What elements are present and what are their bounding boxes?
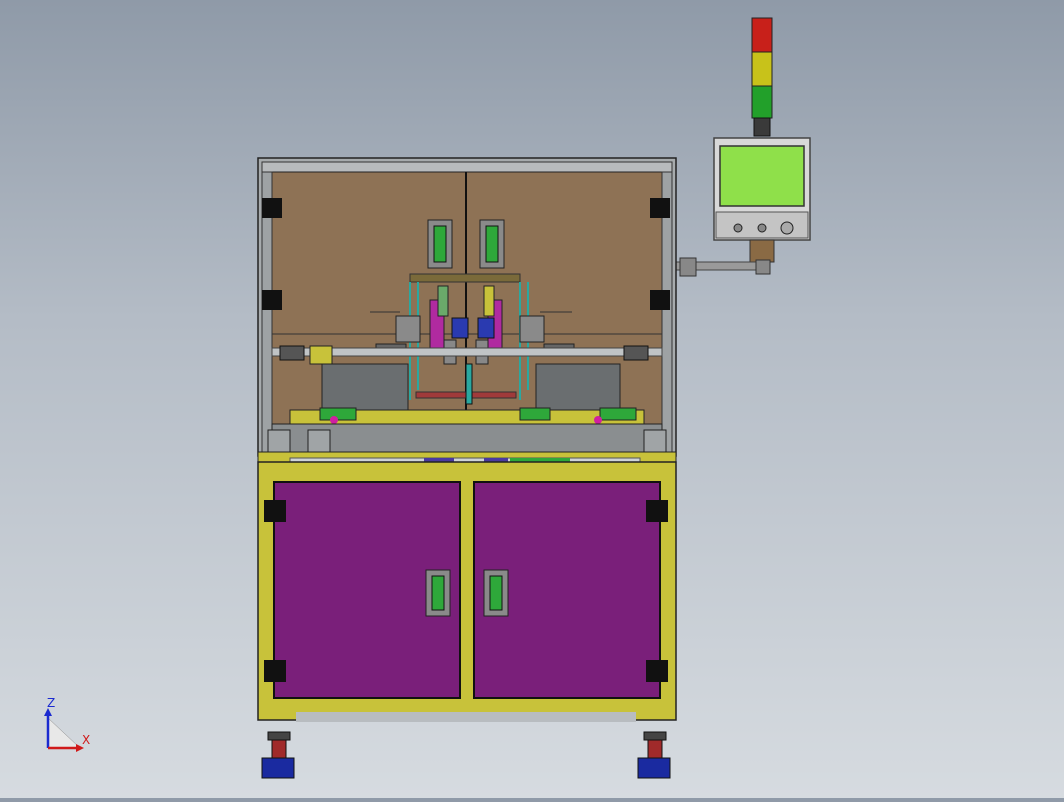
hinge-ml (262, 290, 282, 310)
hmi-panel (675, 137, 811, 277)
hinge-tl (262, 198, 282, 218)
door-hinge-tl (264, 500, 286, 522)
tower-base (753, 117, 771, 137)
upper-handle-left-grip (433, 225, 447, 263)
hmi-mount (749, 239, 775, 263)
signal-tower (751, 17, 773, 137)
hinge-mr (650, 290, 670, 310)
hmi-arm-end (755, 259, 771, 275)
sensor-box-left (309, 345, 333, 365)
upper-enclosure (257, 157, 677, 457)
hmi-knob (780, 221, 794, 235)
hmi-button-1 (733, 223, 743, 233)
base-cutout (296, 712, 636, 722)
door-hinge-tr (646, 500, 668, 522)
machine-drawing (257, 17, 811, 779)
drive-box-right (535, 363, 621, 413)
motor-right (623, 345, 649, 361)
tower-light-yellow (751, 51, 773, 87)
upper-handle-right-grip (485, 225, 499, 263)
z-axis-label: Z (47, 696, 56, 710)
hinge-tr (650, 198, 670, 218)
leveling-feet (261, 731, 671, 779)
door-hinge-bl (264, 660, 286, 682)
drive-box-left (321, 363, 409, 413)
x-axis-label: X (82, 733, 91, 747)
hmi-screen (719, 145, 805, 207)
door-hinge-br (646, 660, 668, 682)
lower-cabinet (257, 461, 677, 722)
motor-left (279, 345, 305, 361)
tower-light-red (751, 17, 773, 53)
hmi-button-2 (757, 223, 767, 233)
tower-light-green (751, 85, 773, 119)
frame-top-rail (261, 161, 673, 173)
xyz-axis-triad-icon: Z X (40, 696, 100, 756)
cad-viewport (0, 0, 1064, 798)
hmi-arm-joint (679, 257, 697, 277)
